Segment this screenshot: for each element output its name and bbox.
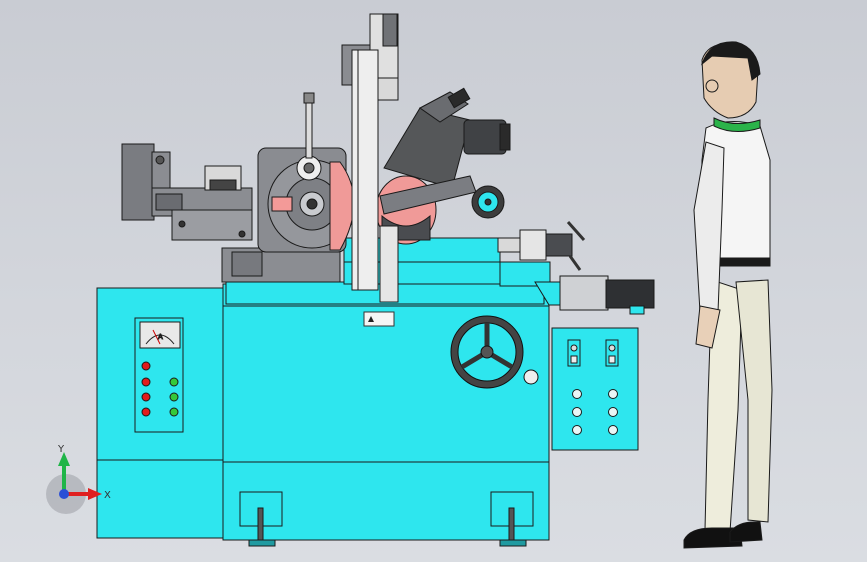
lamp-green-1[interactable]	[169, 377, 179, 387]
tailstock-quill	[545, 233, 573, 257]
human-figure	[683, 41, 773, 549]
index-plunger-cap	[303, 92, 315, 104]
column-cap-dark	[382, 13, 398, 47]
angled-spindle-head[interactable]	[379, 87, 511, 219]
left-bolt-1	[155, 155, 165, 165]
small-knob[interactable]	[523, 369, 539, 385]
spindle-center	[306, 198, 318, 210]
feed-handwheel[interactable]	[450, 315, 524, 389]
button-r3[interactable]	[608, 425, 618, 435]
lamp-red-2[interactable]	[141, 392, 151, 402]
lamp-red-1[interactable]	[141, 377, 151, 387]
carriage-bolt-1	[178, 220, 186, 228]
left-motor-housing	[121, 143, 155, 221]
lamp-green-3[interactable]	[169, 407, 179, 417]
switch-1-knob	[570, 344, 578, 352]
base-detail	[231, 251, 263, 277]
tailstock-body	[519, 229, 547, 261]
left-electrical-panel[interactable]: A	[134, 317, 184, 433]
servo-coupling	[559, 275, 609, 311]
arm	[693, 141, 725, 313]
right-control-box	[551, 327, 639, 451]
probe-holder	[379, 225, 399, 303]
cad-viewport[interactable]: A Y X	[0, 0, 867, 562]
column-bracket	[377, 77, 399, 101]
servo-plug	[629, 305, 645, 315]
index-knob-center	[303, 162, 315, 174]
lamp-top[interactable]	[141, 361, 151, 371]
gauge-label: A	[158, 333, 163, 341]
servo-body	[605, 279, 655, 309]
foot-left-screw	[257, 507, 264, 541]
column-rail	[351, 49, 379, 291]
switch-2-knob	[608, 344, 616, 352]
button-r2[interactable]	[608, 407, 618, 417]
tailstock-center	[497, 237, 521, 253]
lamp-green-2[interactable]	[169, 392, 179, 402]
switch-1-label	[570, 355, 578, 364]
foot-left-pad	[248, 539, 276, 547]
triad-z-axis	[59, 489, 69, 499]
carriage-bolt-2	[238, 230, 246, 238]
angled-head-body	[383, 107, 471, 189]
button-r1[interactable]	[608, 389, 618, 399]
foot-right-pad	[499, 539, 527, 547]
index-plunger-rod	[305, 99, 313, 159]
model-view[interactable]: A Y X	[0, 0, 867, 562]
button-l1[interactable]	[572, 389, 582, 399]
arm-detail	[155, 193, 183, 211]
button-l3[interactable]	[572, 425, 582, 435]
right-shoe	[729, 521, 763, 543]
warning-label	[363, 311, 395, 327]
lamp-red-3[interactable]	[141, 407, 151, 417]
switch-2-label	[608, 355, 616, 364]
button-l2[interactable]	[572, 407, 582, 417]
grinding-wheel-left	[329, 161, 355, 251]
servo-motor[interactable]	[559, 275, 655, 315]
triad-y-label: Y	[57, 444, 65, 455]
head-motor-end	[499, 123, 511, 151]
foot-right-screw	[508, 507, 515, 541]
small-motor-base	[209, 179, 237, 191]
index-marker	[271, 196, 293, 212]
triad-x-label: X	[104, 490, 111, 501]
handwheel-hub	[480, 345, 494, 359]
tailstock-handle[interactable]	[568, 255, 582, 271]
right-leg	[735, 279, 773, 523]
left-spindle-arm[interactable]	[121, 143, 253, 241]
slide-handwheel-hub	[484, 198, 492, 206]
